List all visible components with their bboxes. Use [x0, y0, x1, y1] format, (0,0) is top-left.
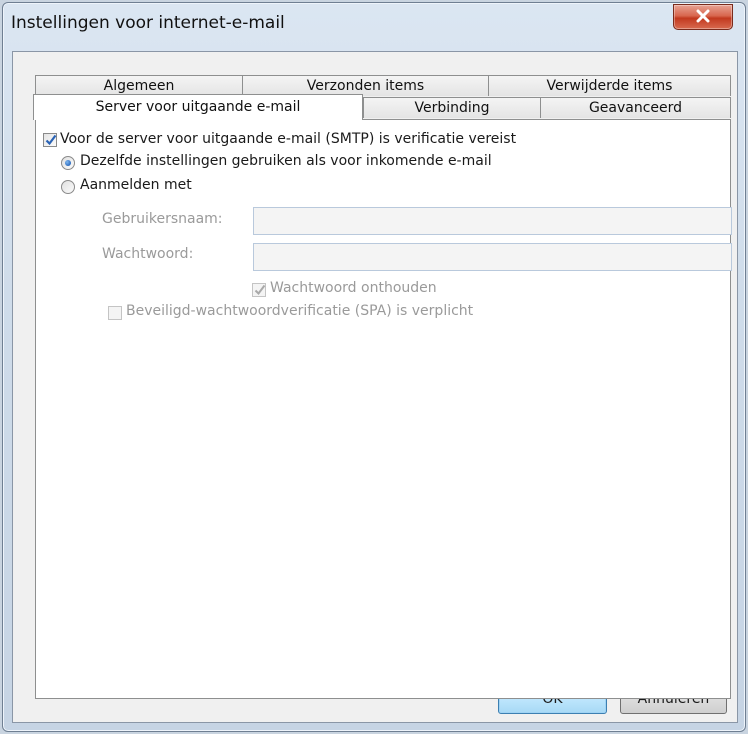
smtp-auth-label: Voor de server voor uitgaande e-mail (SM… — [60, 131, 517, 147]
spa-label: Beveiligd-wachtwoordverificatie (SPA) is… — [126, 303, 474, 319]
tab-algemeen[interactable]: Algemeen — [35, 75, 243, 96]
username-label: Gebruikersnaam: — [102, 211, 223, 227]
tab-panel: Voor de server voor uitgaande e-mail (SM… — [35, 119, 732, 699]
spa-checkbox[interactable] — [108, 306, 122, 320]
close-button[interactable] — [673, 4, 733, 30]
tab-server-uitgaande-email[interactable]: Server voor uitgaande e-mail — [33, 94, 363, 120]
same-settings-radio[interactable] — [61, 156, 75, 170]
tab-verwijderde-items[interactable]: Verwijderde items — [488, 75, 731, 96]
radio-selected-dot — [65, 160, 71, 166]
window-title: Instellingen voor internet-e-mail — [11, 13, 285, 33]
same-settings-label: Dezelfde instellingen gebruiken als voor… — [80, 153, 492, 169]
remember-password-checkbox[interactable] — [252, 283, 266, 297]
close-icon — [696, 9, 710, 23]
checkmark-icon — [45, 134, 57, 146]
login-with-radio[interactable] — [61, 180, 75, 194]
smtp-auth-checkbox[interactable] — [43, 133, 57, 147]
tab-geavanceerd[interactable]: Geavanceerd — [540, 97, 731, 118]
password-input[interactable] — [253, 243, 732, 271]
dialog-window: Instellingen voor internet-e-mail Algeme… — [2, 2, 746, 732]
checkmark-icon — [254, 284, 266, 296]
tab-verbinding[interactable]: Verbinding — [363, 97, 541, 118]
dialog-client-area: Algemeen Verzonden items Verwijderde ite… — [12, 51, 738, 723]
login-with-label: Aanmelden met — [80, 177, 192, 193]
username-input[interactable] — [253, 207, 732, 235]
password-label: Wachtwoord: — [102, 246, 194, 262]
remember-password-label: Wachtwoord onthouden — [270, 280, 437, 296]
tab-verzonden-items[interactable]: Verzonden items — [242, 75, 489, 96]
